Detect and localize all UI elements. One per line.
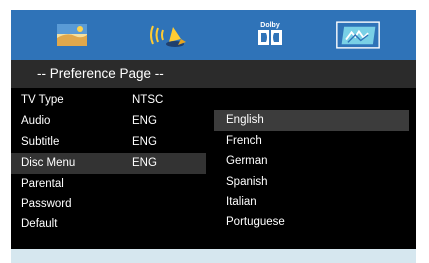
setup-tab-bar: Dolby xyxy=(11,10,416,60)
dolby-icon[interactable]: Dolby xyxy=(247,18,293,52)
option-french[interactable]: French xyxy=(214,131,409,152)
page-header: -- Preference Page -- xyxy=(11,60,416,88)
menu-item-subtitle[interactable]: Subtitle ENG xyxy=(11,133,206,152)
menu-item-label: Subtitle xyxy=(21,136,60,148)
footer-bar xyxy=(11,249,416,263)
option-label: Portuguese xyxy=(226,216,285,228)
menu-item-label: Disc Menu xyxy=(21,157,76,169)
preference-icon[interactable] xyxy=(335,18,385,52)
menu-item-audio[interactable]: Audio ENG xyxy=(11,112,206,131)
menu-item-disc-menu[interactable]: Disc Menu ENG xyxy=(11,153,206,174)
option-label: Spanish xyxy=(226,176,268,188)
dolby-label: Dolby xyxy=(260,22,280,29)
option-portuguese[interactable]: Portuguese xyxy=(214,212,409,233)
menu-item-value: NTSC xyxy=(132,94,164,106)
option-italian[interactable]: Italian xyxy=(214,192,409,213)
option-english[interactable]: English xyxy=(214,110,409,131)
menu-item-default[interactable]: Default xyxy=(11,215,206,234)
option-german[interactable]: German xyxy=(214,151,409,172)
option-spanish[interactable]: Spanish xyxy=(214,172,409,193)
picture-setup-icon[interactable] xyxy=(49,18,95,52)
menu-item-value: ENG xyxy=(132,115,157,127)
menu-panel: TV Type NTSC Audio ENG Subtitle ENG Disc… xyxy=(11,88,416,249)
menu-item-value: ENG xyxy=(132,157,157,169)
option-label: Italian xyxy=(226,196,257,208)
menu-item-label: Audio xyxy=(21,115,51,127)
menu-item-parental[interactable]: Parental xyxy=(11,175,206,194)
menu-item-value: ENG xyxy=(132,136,157,148)
option-label: German xyxy=(226,155,268,167)
menu-item-label: TV Type xyxy=(21,94,64,106)
audio-speaker-icon[interactable] xyxy=(147,18,193,52)
menu-item-password[interactable]: Password xyxy=(11,195,206,214)
option-label: French xyxy=(226,135,262,147)
menu-item-label: Parental xyxy=(21,178,64,190)
menu-item-label: Password xyxy=(21,198,72,210)
menu-item-label: Default xyxy=(21,218,58,230)
menu-item-tv-type[interactable]: TV Type NTSC xyxy=(11,91,206,110)
page-title: -- Preference Page -- xyxy=(37,66,164,81)
preference-menu-screen: Dolby -- Preference Page -- TV Type NTSC xyxy=(0,0,429,263)
option-label: English xyxy=(226,114,264,126)
